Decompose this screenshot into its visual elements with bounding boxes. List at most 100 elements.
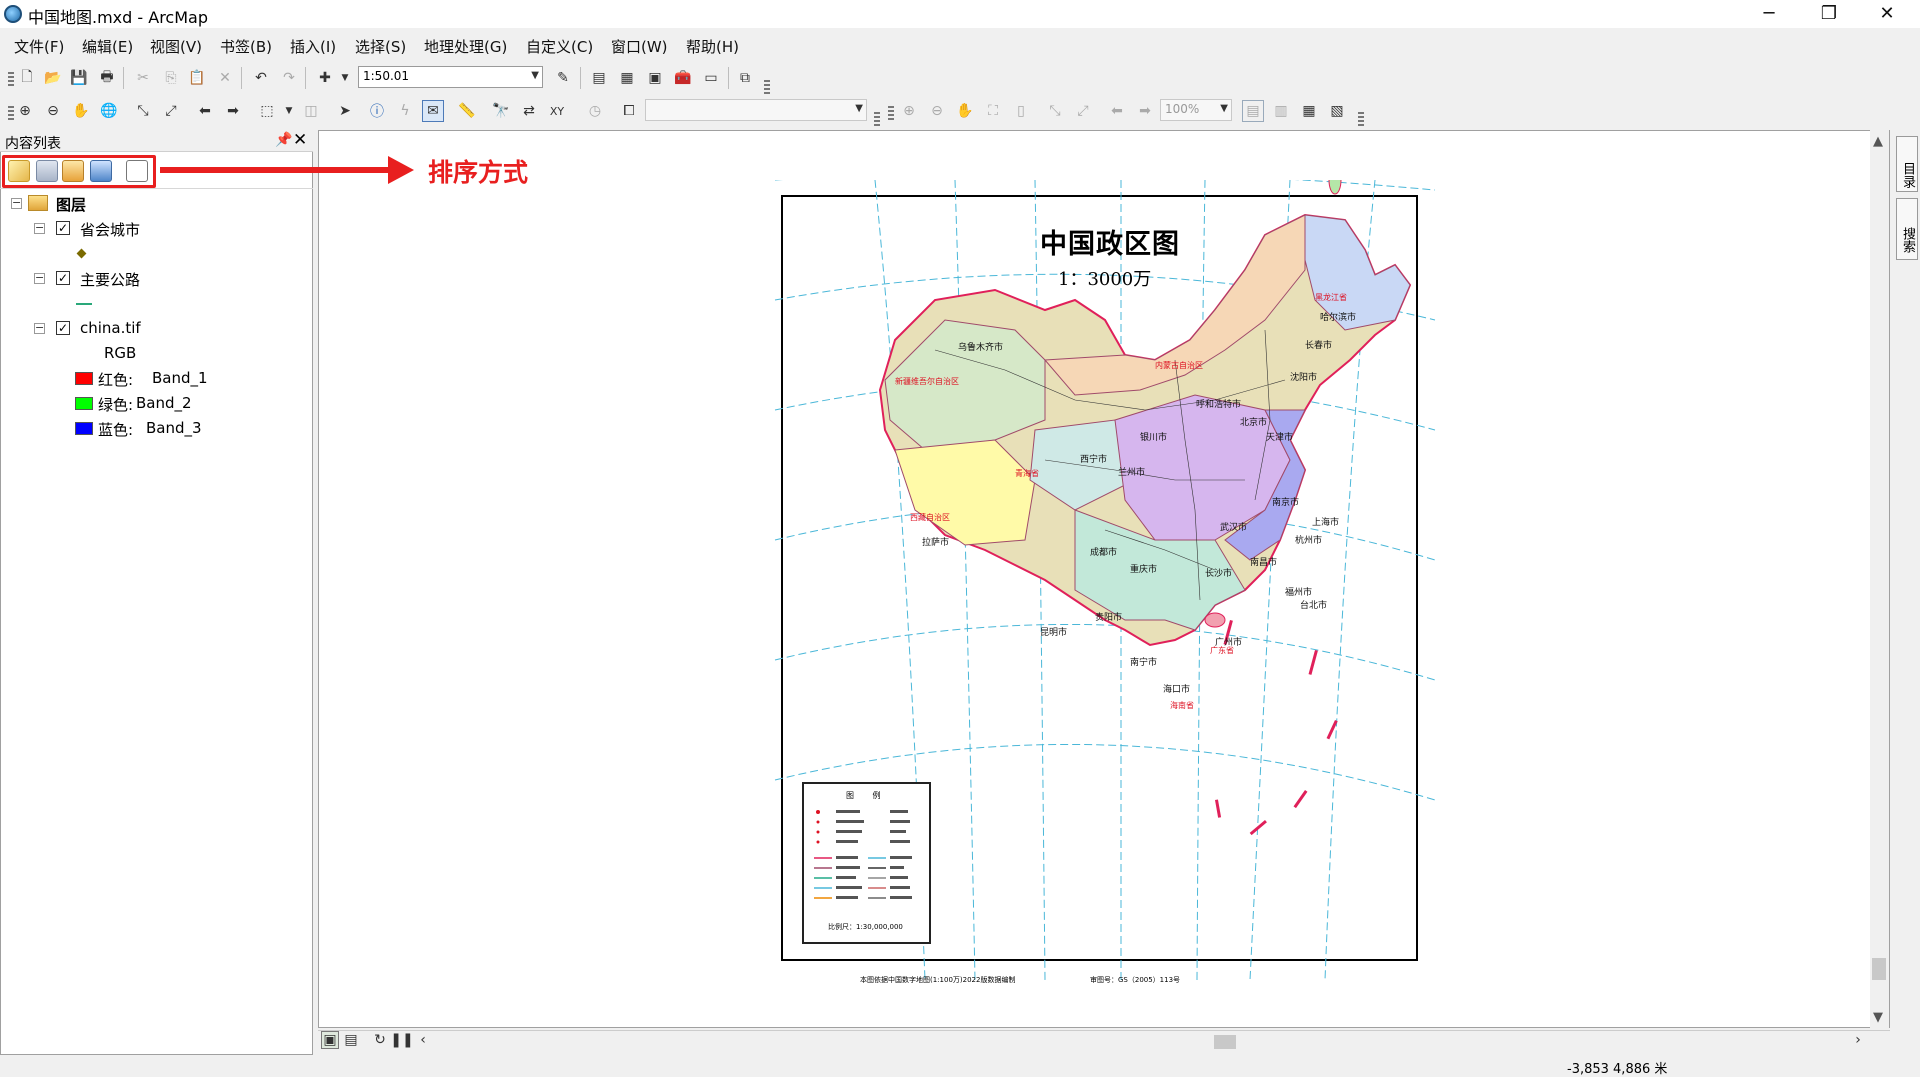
horizontal-scrollbar[interactable] xyxy=(318,1030,1890,1052)
arctoolbox-icon[interactable]: 🧰 xyxy=(672,67,694,89)
layout-zoom-out-icon[interactable]: ⊖ xyxy=(926,100,948,122)
focus-data-frame-icon[interactable]: ▥ xyxy=(1270,100,1292,122)
map-footer-note[interactable]: 本图依据中国数字地图(1:100万)2022版数据编制 xyxy=(860,975,1015,985)
clear-selection-icon[interactable]: ◫ xyxy=(300,100,322,122)
map-scale-text[interactable]: 1：3000万 xyxy=(1058,265,1151,291)
print-icon[interactable]: 🖶 xyxy=(96,67,118,89)
layout-pan-icon[interactable]: ✋ xyxy=(954,100,976,122)
scroll-right-icon[interactable]: › xyxy=(1849,1031,1867,1049)
layer-visibility-checkbox[interactable]: ✓ xyxy=(56,221,70,235)
data-driven-pages-icon[interactable]: ▧ xyxy=(1326,100,1348,122)
layer-provincial-capitals[interactable]: 省会城市 xyxy=(80,219,140,240)
menu-windows[interactable]: 窗口(W) xyxy=(611,36,668,57)
html-popup-icon[interactable]: ✉ xyxy=(422,100,444,122)
menu-selection[interactable]: 选择(S) xyxy=(355,36,406,57)
layout-forward-icon[interactable]: ➡ xyxy=(1134,100,1156,122)
pin-icon[interactable]: 📌 xyxy=(275,132,292,148)
zoom-out-icon[interactable]: ⊖ xyxy=(42,100,64,122)
green-band-swatch[interactable] xyxy=(75,397,93,410)
layer-visibility-checkbox[interactable]: ✓ xyxy=(56,321,70,335)
select-features-icon[interactable]: ⬚ xyxy=(256,100,278,122)
menu-customize[interactable]: 自定义(C) xyxy=(526,36,593,57)
measure-icon[interactable]: 📏 xyxy=(456,100,478,122)
scroll-down-icon[interactable]: ▼ xyxy=(1873,1010,1883,1025)
add-data-icon[interactable]: ✚ xyxy=(314,67,336,89)
search-side-tab[interactable]: 搜索 xyxy=(1896,198,1918,260)
table-of-contents-icon[interactable]: ▤ xyxy=(588,67,610,89)
fixed-zoom-in-icon[interactable]: ⤡ xyxy=(132,100,154,122)
paste-icon[interactable]: 📋 xyxy=(186,67,208,89)
minimize-button[interactable]: ─ xyxy=(1746,0,1792,28)
collapse-icon[interactable]: − xyxy=(34,272,45,284)
layer-selector-combo[interactable]: ▼ xyxy=(645,99,867,121)
undo-icon[interactable]: ↶ xyxy=(250,67,272,89)
cut-icon[interactable]: ✂ xyxy=(132,67,154,89)
previous-extent-icon[interactable]: ⬅ xyxy=(194,100,216,122)
map-scale-combo[interactable]: 1:50.01 ▼ xyxy=(358,66,543,88)
close-button[interactable]: ✕ xyxy=(1864,0,1910,28)
go-to-xy-icon[interactable]: XY xyxy=(546,100,568,122)
toolbar-grip[interactable] xyxy=(874,112,880,126)
layout-back-icon[interactable]: ⬅ xyxy=(1106,100,1128,122)
layer-china-tif[interactable]: china.tif xyxy=(80,319,141,337)
refresh-icon[interactable]: ↻ xyxy=(371,1031,389,1049)
layout-zoom-combo[interactable]: 100% ▼ xyxy=(1160,99,1232,121)
copy-icon[interactable]: ⎘ xyxy=(160,67,182,89)
select-elements-icon[interactable]: ➤ xyxy=(334,100,356,122)
delete-icon[interactable]: ✕ xyxy=(214,67,236,89)
catalog-side-tab[interactable]: 目录 xyxy=(1896,136,1918,192)
toolbar-grip[interactable] xyxy=(1358,112,1364,126)
identify-icon[interactable]: ⓘ xyxy=(366,100,388,122)
menu-edit[interactable]: 编辑(E) xyxy=(82,36,133,57)
pan-icon[interactable]: ✋ xyxy=(70,100,92,122)
red-band-swatch[interactable] xyxy=(75,372,93,385)
new-document-icon[interactable]: 🗋 xyxy=(16,67,38,89)
collapse-icon[interactable]: − xyxy=(34,322,45,334)
scroll-up-icon[interactable]: ▲ xyxy=(1873,134,1883,149)
collapse-icon[interactable]: − xyxy=(11,197,22,209)
map-title[interactable]: 中国政区图 xyxy=(1040,222,1180,261)
toolbar-grip[interactable] xyxy=(888,106,894,120)
vertical-scroll-thumb[interactable] xyxy=(1872,958,1886,980)
fixed-zoom-out-icon[interactable]: ⤢ xyxy=(160,100,182,122)
layout-view-icon[interactable]: ▤ xyxy=(342,1031,360,1049)
find-route-icon[interactable]: ⇄ xyxy=(518,100,540,122)
toolbar-grip[interactable] xyxy=(764,80,770,94)
menu-help[interactable]: 帮助(H) xyxy=(686,36,739,57)
select-dropdown-icon[interactable]: ▼ xyxy=(278,100,300,122)
restore-button[interactable]: ❐ xyxy=(1806,0,1852,28)
add-data-dropdown-icon[interactable]: ▼ xyxy=(334,67,356,89)
line-symbol-icon[interactable] xyxy=(76,303,92,305)
toc-close-button[interactable]: ✕ xyxy=(293,130,307,150)
catalog-window-icon[interactable]: ▦ xyxy=(616,67,638,89)
zoom-whole-page-icon[interactable]: ⛶ xyxy=(982,100,1004,122)
python-window-icon[interactable]: ▭ xyxy=(700,67,722,89)
zoom-100-icon[interactable]: ▯ xyxy=(1010,100,1032,122)
full-extent-icon[interactable]: 🌐 xyxy=(98,100,120,122)
open-folder-icon[interactable]: 📂 xyxy=(42,67,64,89)
find-icon[interactable]: 🔭 xyxy=(490,100,512,122)
menu-bookmarks[interactable]: 书签(B) xyxy=(220,36,272,57)
fixed-zoom-out-layout-icon[interactable]: ⤢ xyxy=(1072,100,1094,122)
blue-band-swatch[interactable] xyxy=(75,422,93,435)
hyperlink-icon[interactable]: ϟ xyxy=(394,100,416,122)
redo-icon[interactable]: ↷ xyxy=(278,67,300,89)
save-icon[interactable]: 💾 xyxy=(68,67,90,89)
layer-visibility-checkbox[interactable]: ✓ xyxy=(56,271,70,285)
menu-geoprocessing[interactable]: 地理处理(G) xyxy=(424,36,507,57)
change-layout-icon[interactable]: ▦ xyxy=(1298,100,1320,122)
zoom-in-icon[interactable]: ⊕ xyxy=(14,100,36,122)
map-approval-number[interactable]: 审图号：GS（2005）113号 xyxy=(1090,975,1180,985)
layer-main-roads[interactable]: 主要公路 xyxy=(80,269,140,290)
toolbar-grip[interactable] xyxy=(8,72,14,86)
toggle-draft-mode-icon[interactable]: ▤ xyxy=(1242,100,1264,122)
fixed-zoom-in-layout-icon[interactable]: ⤡ xyxy=(1044,100,1066,122)
collapse-icon[interactable]: − xyxy=(34,222,45,234)
vertical-scrollbar[interactable] xyxy=(1870,130,1889,1028)
create-viewer-window-icon[interactable]: ⧠ xyxy=(618,100,640,122)
next-extent-icon[interactable]: ➡ xyxy=(222,100,244,122)
horizontal-scroll-thumb[interactable] xyxy=(1214,1035,1236,1049)
layers-root-label[interactable]: 图层 xyxy=(56,194,86,215)
menu-view[interactable]: 视图(V) xyxy=(150,36,202,57)
menu-file[interactable]: 文件(F) xyxy=(14,36,64,57)
